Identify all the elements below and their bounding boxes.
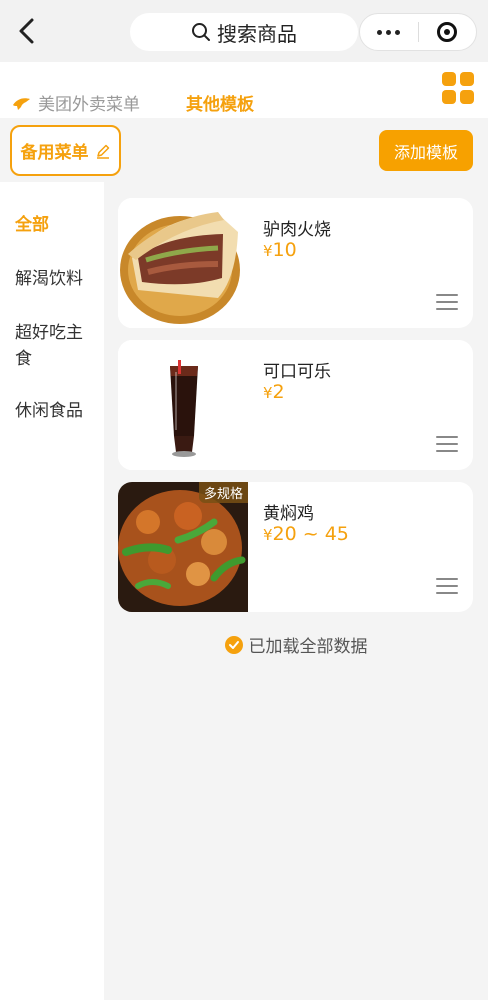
product-image: [118, 198, 248, 328]
drag-handle-icon[interactable]: [436, 436, 458, 452]
multi-spec-badge: 多规格: [198, 482, 248, 503]
product-card[interactable]: 多规格 黄焖鸡 ¥20 ~ 45: [118, 482, 473, 612]
close-mini-program-button[interactable]: [418, 14, 476, 50]
mini-program-capsule: [359, 13, 477, 51]
check-circle-icon: [224, 635, 243, 654]
meituan-kangaroo-icon: [13, 97, 30, 110]
template-toolbar: 备用菜单 添加模板: [0, 118, 488, 182]
product-name: 驴肉火烧: [263, 220, 331, 240]
category-item-snacks[interactable]: 休闲食品: [15, 398, 93, 424]
top-nav-bar: 搜索商品: [0, 0, 488, 62]
dot-icon: [395, 29, 401, 35]
load-complete-text: 已加载全部数据: [248, 637, 368, 657]
category-item-all[interactable]: 全部: [15, 212, 93, 238]
category-sidebar: 全部 解渴饮料 超好吃主食 休闲食品: [0, 182, 104, 1000]
tab-meituan-menu[interactable]: 美团外卖菜单: [12, 90, 140, 115]
product-card[interactable]: 驴肉火烧 ¥10: [118, 198, 473, 328]
drag-handle-icon[interactable]: [436, 578, 458, 594]
load-complete-notice: 已加载全部数据: [104, 632, 488, 657]
current-menu-label: 备用菜单: [20, 143, 89, 163]
product-name: 黄焖鸡: [263, 504, 314, 524]
cola-glass-image: [118, 340, 248, 470]
more-options-button[interactable]: [360, 14, 418, 50]
target-icon: [437, 22, 458, 42]
search-icon: [192, 23, 210, 41]
category-item-drinks[interactable]: 解渴饮料: [15, 266, 93, 292]
grid-view-icon[interactable]: [442, 72, 474, 104]
tab-other-templates[interactable]: 其他模板: [186, 90, 254, 115]
template-tabs: 美团外卖菜单 其他模板: [0, 62, 488, 118]
search-placeholder: 搜索商品: [217, 21, 297, 46]
back-button[interactable]: [12, 14, 42, 48]
dot-icon: [377, 29, 383, 35]
add-template-button[interactable]: 添加模板: [379, 130, 473, 171]
current-menu-button[interactable]: 备用菜单: [10, 125, 121, 176]
product-price: ¥20 ~ 45: [263, 523, 349, 545]
product-price: ¥10: [263, 239, 297, 261]
donkey-burger-image: [118, 198, 248, 328]
product-name: 可口可乐: [263, 362, 331, 382]
edit-pencil-icon: [96, 144, 109, 159]
search-input[interactable]: 搜索商品: [130, 13, 358, 51]
chevron-left-icon: [19, 18, 34, 44]
drag-handle-icon[interactable]: [436, 294, 458, 310]
category-item-staple-food[interactable]: 超好吃主食: [15, 320, 93, 372]
product-price: ¥2: [263, 381, 285, 403]
dot-icon: [386, 29, 392, 35]
product-card[interactable]: 可口可乐 ¥2: [118, 340, 473, 470]
product-image: [118, 340, 248, 470]
product-image: 多规格: [118, 482, 248, 612]
tab-meituan-label: 美团外卖菜单: [38, 95, 140, 115]
